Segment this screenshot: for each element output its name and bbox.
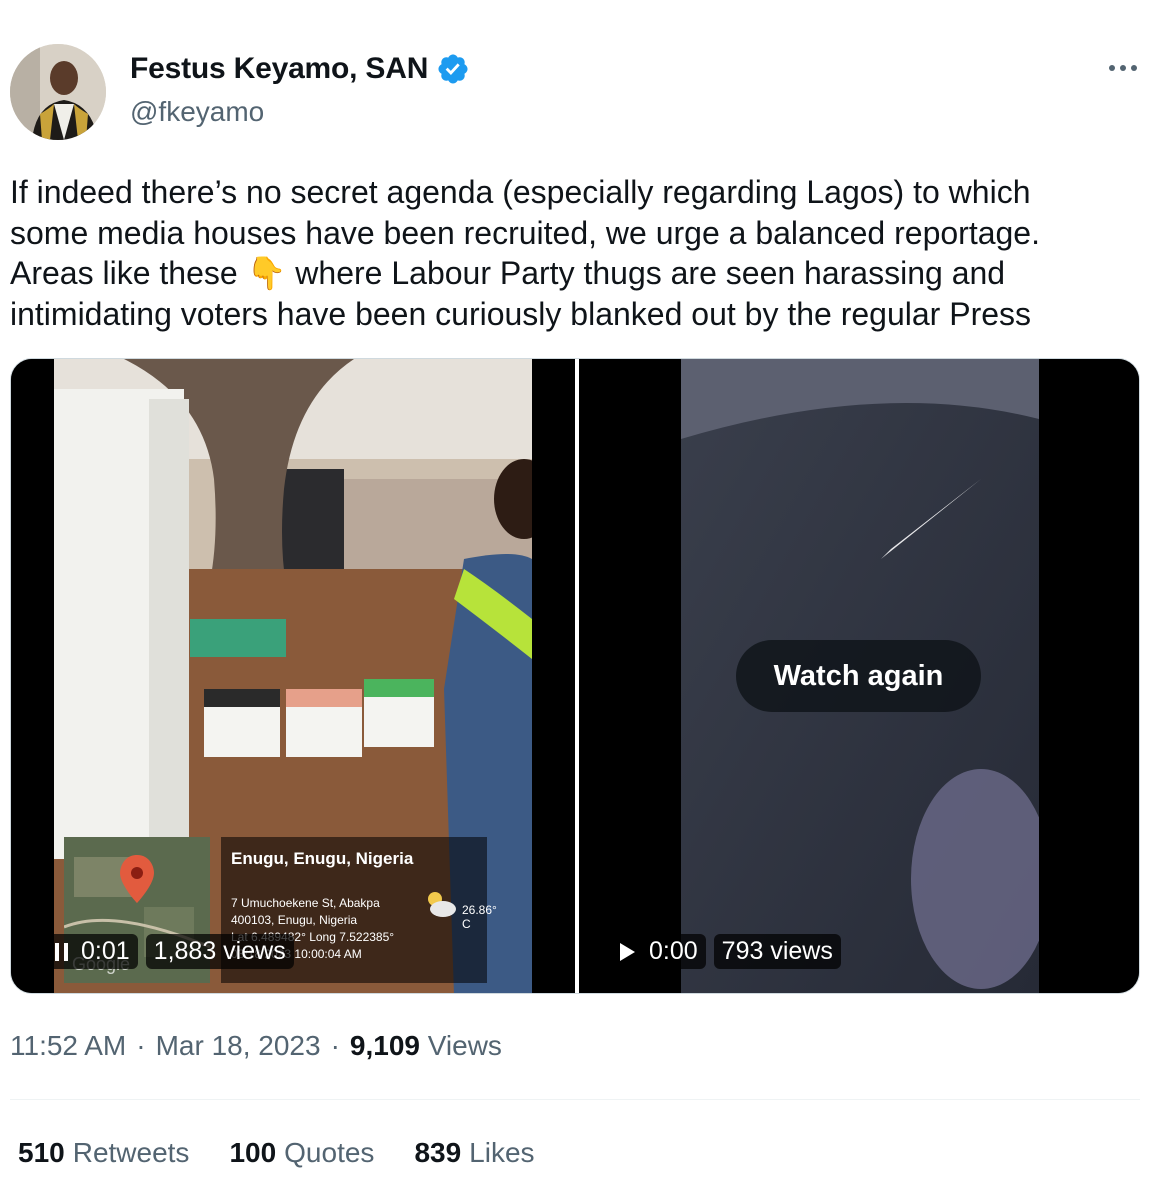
more-options-button[interactable] [1106, 56, 1140, 80]
likes-stat[interactable]: 839 Likes [414, 1137, 534, 1169]
views-stat[interactable]: 9,109 Views [350, 1030, 502, 1062]
quotes-count: 100 [229, 1137, 277, 1168]
pause-icon[interactable] [53, 941, 71, 963]
views-label: Views [427, 1030, 502, 1061]
author-handle[interactable]: @fkeyamo [130, 96, 264, 128]
video-2-time: 0:00 [649, 937, 698, 965]
temperature: 26.86° C [462, 903, 497, 931]
retweets-count: 510 [18, 1137, 65, 1168]
tweet-date[interactable]: Mar 18, 2023 [156, 1030, 321, 1062]
quotes-stat[interactable]: 100 Quotes [229, 1137, 374, 1169]
retweets-label: Retweets [72, 1137, 190, 1168]
views-count: 9,109 [349, 1030, 420, 1061]
tweet-time[interactable]: 11:52 AM [10, 1030, 126, 1062]
tweet-text: If indeed there’s no secret agenda (espe… [10, 174, 1040, 332]
avatar-image [10, 44, 106, 140]
dot-icon [1120, 65, 1126, 71]
video-player-2[interactable]: Watch again 0:00 793 views [579, 359, 1139, 993]
quotes-label: Quotes [284, 1137, 375, 1168]
media-grid: Google Enugu, Enugu, Nigeria 7 Umuchoeke… [10, 358, 1140, 994]
video-1-views: 1,883 views [145, 934, 294, 969]
video-2-controls: 0:00 793 views [609, 934, 841, 969]
video-player-1[interactable]: Google Enugu, Enugu, Nigeria 7 Umuchoeke… [11, 359, 575, 993]
partly-cloudy-icon [428, 892, 456, 917]
dot-icon [1109, 65, 1115, 71]
likes-count: 839 [414, 1137, 462, 1168]
verified-badge-icon [438, 54, 468, 84]
likes-label: Likes [469, 1137, 535, 1168]
tweet-meta-row: 11:52 AM · Mar 18, 2023 · 9,109 Views [10, 1030, 502, 1062]
engagement-stats: 510 Retweets 100 Quotes 839 Likes [18, 1137, 535, 1169]
author-avatar[interactable] [10, 44, 106, 140]
divider [10, 1099, 1140, 1100]
watch-again-button[interactable]: Watch again [736, 640, 981, 712]
video-1-time: 0:01 [81, 937, 130, 965]
video-2-time-box[interactable]: 0:00 [609, 934, 706, 969]
geo-location-title: Enugu, Enugu, Nigeria [231, 849, 414, 868]
play-icon[interactable] [617, 941, 637, 963]
author-name-row[interactable]: Festus Keyamo, SAN [130, 52, 470, 86]
separator-dot: · [330, 1030, 340, 1061]
retweets-stat[interactable]: 510 Retweets [18, 1137, 189, 1169]
dot-icon [1131, 65, 1137, 71]
separator-dot: · [136, 1030, 146, 1061]
video-2-views: 793 views [713, 934, 841, 969]
video-1-time-box[interactable]: 0:01 [45, 934, 138, 969]
video-1-controls: 0:01 1,883 views [45, 934, 294, 969]
author-display-name[interactable]: Festus Keyamo, SAN [130, 52, 428, 86]
